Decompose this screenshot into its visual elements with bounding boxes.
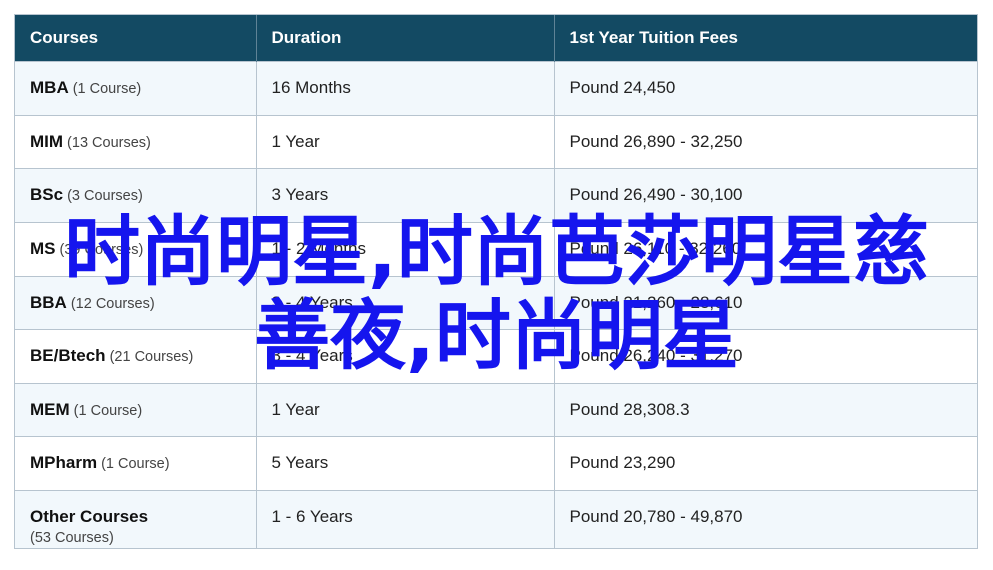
table-row: BE/Btech (21 Courses) 3 - 4 Years Pound 2… [15,329,977,384]
table-row: BBA (12 Courses) 3 - 4 Years Pound 21,260… [15,275,977,330]
course-link[interactable]: MPharm [30,453,97,472]
fees-cell: Pound 20,780 - 49,870 [554,490,977,548]
course-cell: BBA (12 Courses) [15,275,257,330]
fees-cell: Pound 26,490 - 30,100 [554,168,977,223]
duration-cell: 3 Years [256,168,555,223]
duration-cell: 3 - 4 Years [256,329,555,384]
course-count: (53 Courses) [30,530,114,547]
table-header: Courses Duration 1st Year Tuition Fees [15,15,977,62]
header-duration: Duration [256,15,555,62]
course-cell: Other Courses (53 Courses) [15,490,257,548]
course-link[interactable]: MIM [30,132,63,151]
duration-cell: 1 - 6 Years [256,490,555,548]
table-row: MS (39 Courses) 1 - 2 Months Pound 26,110… [15,221,977,277]
course-count: (13 Courses) [67,134,151,151]
fees-cell: Pound 23,290 [554,436,977,491]
fees-cell: Pound 21,260 - 28,610 [554,275,977,330]
table-row: MBA (1 Course) 16 Months Pound 24,450 [15,61,977,116]
course-count: (1 Course) [72,81,142,97]
table-body: MBA (1 Course) 16 Months Pound 24,450 MIM… [15,61,977,548]
fees-cell: Pound 24,450 [554,61,977,116]
course-link[interactable]: MBA [30,78,69,97]
duration-cell: 3 - 4 Years [256,275,555,330]
course-cell: MS (39 Courses) [15,221,257,277]
table-row: Other Courses (53 Courses) 1 - 6 Years Po… [15,490,977,548]
table-row: MPharm (1 Course) 5 Years Pound 23,290 [15,436,977,491]
header-row: Courses Duration 1st Year Tuition Fees [15,15,977,62]
duration-cell: 16 Months [256,61,555,116]
course-link[interactable]: MEM [30,400,70,419]
course-link[interactable]: MS [30,239,56,258]
course-count: (1 Course) [101,456,170,473]
course-count: (21 Courses) [109,349,194,366]
fees-cell: Pound 26,110 - 32,260 [554,221,977,277]
course-link[interactable]: BSc [30,185,63,204]
table-row: MIM (13 Courses) 1 Year Pound 26,890 - 32… [15,114,977,169]
course-cell: MBA (1 Course) [15,61,257,116]
header-courses: Courses [15,15,257,62]
course-count: (39 Courses) [59,241,144,258]
table-row: BSc (3 Courses) 3 Years Pound 26,490 - 30… [15,168,977,223]
course-cell: MPharm (1 Course) [15,436,257,491]
duration-cell: 1 Year [256,114,555,169]
table-row: MEM (1 Course) 1 Year Pound 28,308.3 [15,382,977,437]
course-fees-table-container: Courses Duration 1st Year Tuition Fees M… [14,14,978,549]
course-cell: MIM (13 Courses) [15,114,257,169]
course-fees-table: Courses Duration 1st Year Tuition Fees M… [15,15,977,548]
header-tuition-fees: 1st Year Tuition Fees [554,15,977,62]
fees-cell: Pound 28,308.3 [554,382,977,437]
course-link[interactable]: Other Courses [30,507,148,526]
course-count: (3 Courses) [67,188,143,205]
course-count: (12 Courses) [70,295,155,312]
course-link[interactable]: BE/Btech [30,346,106,365]
duration-cell: 1 - 2 Months [256,221,555,277]
course-count: (1 Course) [73,402,143,419]
course-cell: BSc (3 Courses) [15,168,257,223]
fees-cell: Pound 26,240 - 31,270 [554,329,977,384]
duration-cell: 1 Year [256,382,555,437]
course-link[interactable]: BBA [30,293,67,312]
duration-cell: 5 Years [256,436,555,491]
fees-cell: Pound 26,890 - 32,250 [554,114,977,169]
course-cell: BE/Btech (21 Courses) [15,329,257,384]
course-cell: MEM (1 Course) [15,382,257,437]
